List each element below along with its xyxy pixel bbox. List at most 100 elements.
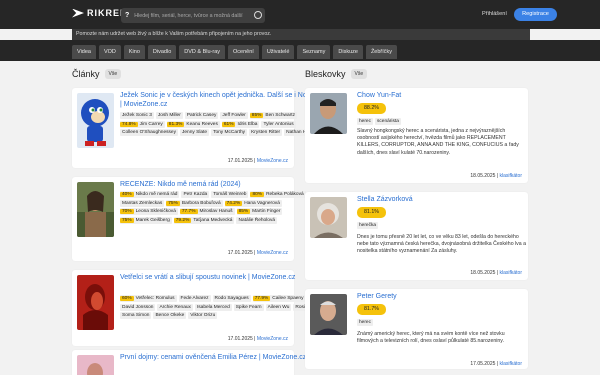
article-thumbnail[interactable] xyxy=(77,355,114,375)
person-roles: herečka xyxy=(357,222,379,229)
article-thumbnail[interactable] xyxy=(77,275,114,330)
article-card[interactable]: Vetřelci se vrátí a slibují spoustu novi… xyxy=(72,270,320,346)
login-link[interactable]: Přihlášení xyxy=(482,11,507,17)
tag-chip[interactable]: 74.2% Hana Vagnerová xyxy=(224,199,282,207)
article-thumbnail[interactable] xyxy=(77,182,114,237)
tag-chip[interactable]: 70% Leona Skleničková xyxy=(120,208,178,215)
article-title[interactable]: RECENZE: Nikdo mě nemá rád (2024) xyxy=(120,181,330,190)
tag-chip[interactable]: Spike Fearn xyxy=(233,303,264,311)
tag-chip[interactable]: Fede Alvarez xyxy=(178,295,211,302)
tag-chip[interactable]: 61% Idris Elba xyxy=(221,120,260,128)
nav-item[interactable]: Žebříčky xyxy=(365,45,398,59)
nav-item[interactable]: Kino xyxy=(123,45,145,59)
tag-chip[interactable]: 60% Vetřelec: Romulus xyxy=(120,295,177,302)
article-title[interactable]: Ježek Sonic je v českých kinech opět jed… xyxy=(120,92,330,109)
nav-item[interactable]: Diskuze xyxy=(333,45,363,59)
tag-chip[interactable]: Jeff Fowler xyxy=(220,112,248,119)
tag-chip[interactable]: 77.9% Cailee Spaeny xyxy=(252,295,306,302)
site-logo[interactable]: RIKREK xyxy=(72,8,128,18)
rating-badge: 75% xyxy=(166,200,180,206)
tag-chip[interactable]: Krysten Ritter xyxy=(249,129,283,136)
rating-badge: 61% xyxy=(221,121,236,127)
nav-item[interactable]: DVD & Blu-ray xyxy=(179,45,226,59)
tag-chip[interactable]: Soma Simon xyxy=(120,312,152,319)
tag-chip[interactable]: 85% Ben Schwartz xyxy=(249,112,297,119)
tag-chip[interactable]: Tomáš Weinreb xyxy=(211,191,249,198)
tag-chip[interactable]: Rodo Sayagues xyxy=(212,295,251,302)
person-name[interactable]: Chow Yun-Fat xyxy=(357,92,401,99)
tag-chip[interactable]: Tyler Antonius xyxy=(261,120,296,128)
tag-chip[interactable]: Jenny Slate xyxy=(179,129,210,136)
rating-badge: 75% xyxy=(120,217,134,223)
nav-item[interactable]: Uživatelé xyxy=(261,45,295,59)
news-source-link[interactable]: klasifkátor xyxy=(499,173,522,179)
tag-chip[interactable]: Isabela Merced xyxy=(194,303,232,311)
nav-item[interactable]: Videa xyxy=(72,45,96,59)
tag-chip[interactable]: David Jonsson xyxy=(120,303,156,311)
news-section-header: Bleskovky Vše xyxy=(305,69,368,79)
articles-more-button[interactable]: Vše xyxy=(104,69,122,79)
rating-badge: 60% xyxy=(120,296,134,301)
nav-item[interactable]: Divadlo xyxy=(147,45,177,59)
article-source-link[interactable]: MovieZone.cz xyxy=(257,250,288,256)
person-photo[interactable] xyxy=(310,197,347,238)
search-input[interactable]: ? Hledej film, seriál, herce, tvůrce a m… xyxy=(121,8,265,23)
tag-chip[interactable]: 79.2% Taťjana Medvecká xyxy=(173,216,235,224)
article-card[interactable]: RECENZE: Nikdo mě nemá rád (2024) 40% Nik… xyxy=(72,177,306,261)
news-text: Slavný hongkongský herec a scenárista, j… xyxy=(357,128,519,156)
tag-chip[interactable]: 75% Barbora Bobuľová xyxy=(166,199,223,207)
news-source-link[interactable]: klasifkátor xyxy=(499,270,522,276)
tag-chip[interactable]: Josh Miller xyxy=(155,112,183,119)
role-tag[interactable]: scenárista xyxy=(375,118,401,125)
nav-item[interactable]: Seznamy xyxy=(297,45,331,59)
tag-chip[interactable]: Patrick Casey xyxy=(184,112,219,119)
news-more-button[interactable]: Vše xyxy=(350,69,368,79)
role-tag[interactable]: herečka xyxy=(357,222,379,229)
news-source-link[interactable]: klasifkátor xyxy=(499,361,522,367)
tag-chip[interactable]: Tony McCarthy xyxy=(211,129,248,136)
person-name[interactable]: Peter Gerety xyxy=(357,293,397,300)
rating-badge: 81.1% xyxy=(357,207,386,218)
article-source-link[interactable]: MovieZone.cz xyxy=(257,158,288,164)
tag-chip[interactable]: Aileen Wu xyxy=(265,303,292,311)
news-card[interactable]: Chow Yun-Fat 88.2% herec scenárista Slav… xyxy=(305,88,528,183)
tag-chip[interactable]: 81.3% Keanu Reeves xyxy=(166,120,220,128)
news-text: Dnes je tomu přesně 20 let let, co ve vě… xyxy=(357,234,526,255)
article-title[interactable]: První dojmy: cenami ověnčená Emilia Pére… xyxy=(120,354,330,363)
tag-chip[interactable]: 85% Martin Finger xyxy=(236,208,283,215)
tag-chip[interactable]: Viktor Orizu xyxy=(188,312,218,319)
article-title[interactable]: Vetřelci se vrátí a slibují spoustu novi… xyxy=(120,274,330,283)
role-tag[interactable]: herec xyxy=(357,118,373,125)
tag-chip[interactable]: Mantas Zemleckas xyxy=(120,199,165,207)
rating-badge: 81.7% xyxy=(357,304,386,315)
article-thumbnail[interactable] xyxy=(77,93,114,148)
news-card[interactable]: Peter Gerety 81.7% herec Známý americký … xyxy=(305,289,528,369)
role-tag[interactable]: herec xyxy=(357,319,373,326)
nav-item[interactable]: Ocenění xyxy=(228,45,259,59)
support-notice[interactable]: Pomozte nám udržet web živý a blíže k Va… xyxy=(72,29,530,40)
register-button[interactable]: Registrace xyxy=(514,8,557,21)
nav-item[interactable]: VOD xyxy=(98,45,121,59)
tag-chip[interactable]: Petr Kazda xyxy=(181,191,210,198)
person-roles: herec scenárista xyxy=(357,118,401,125)
article-card[interactable]: Ježek Sonic je v českých kinech opět jed… xyxy=(72,88,328,168)
person-photo[interactable] xyxy=(310,294,347,335)
tag-chip[interactable]: 77.7% Miroslav Hanuš xyxy=(179,208,235,215)
news-card[interactable]: Stella Zázvorková 81.1% herečka Dnes je … xyxy=(305,192,528,280)
tag-chip[interactable]: Archie Renaux xyxy=(157,303,193,311)
rating-badge: 40% xyxy=(120,192,134,197)
tag-chip[interactable]: Natálie Řeholová xyxy=(236,216,278,224)
person-name[interactable]: Stella Zázvorková xyxy=(357,196,413,203)
person-photo[interactable] xyxy=(310,93,347,134)
tag-chip[interactable]: 74.8% Jim Carrey xyxy=(120,120,165,128)
article-source-link[interactable]: MovieZone.cz xyxy=(257,336,288,342)
tag-chip[interactable]: 75% Marek Geišberg xyxy=(120,216,172,224)
search-icon[interactable] xyxy=(254,11,262,19)
tag-chip[interactable]: 80% Rebeka Poláková xyxy=(250,191,306,198)
article-card[interactable]: První dojmy: cenami ověnčená Emilia Pére… xyxy=(72,350,306,375)
tag-chip[interactable]: Colleen O'Shaughnessey xyxy=(120,129,178,136)
tag-chip[interactable]: Bence Okeke xyxy=(153,312,187,319)
person-roles: herec xyxy=(357,319,373,326)
tag-chip[interactable]: 40% Nikdo mě nemá rád xyxy=(120,191,180,198)
tag-chip[interactable]: Ježek Sonic 3 xyxy=(120,112,154,119)
